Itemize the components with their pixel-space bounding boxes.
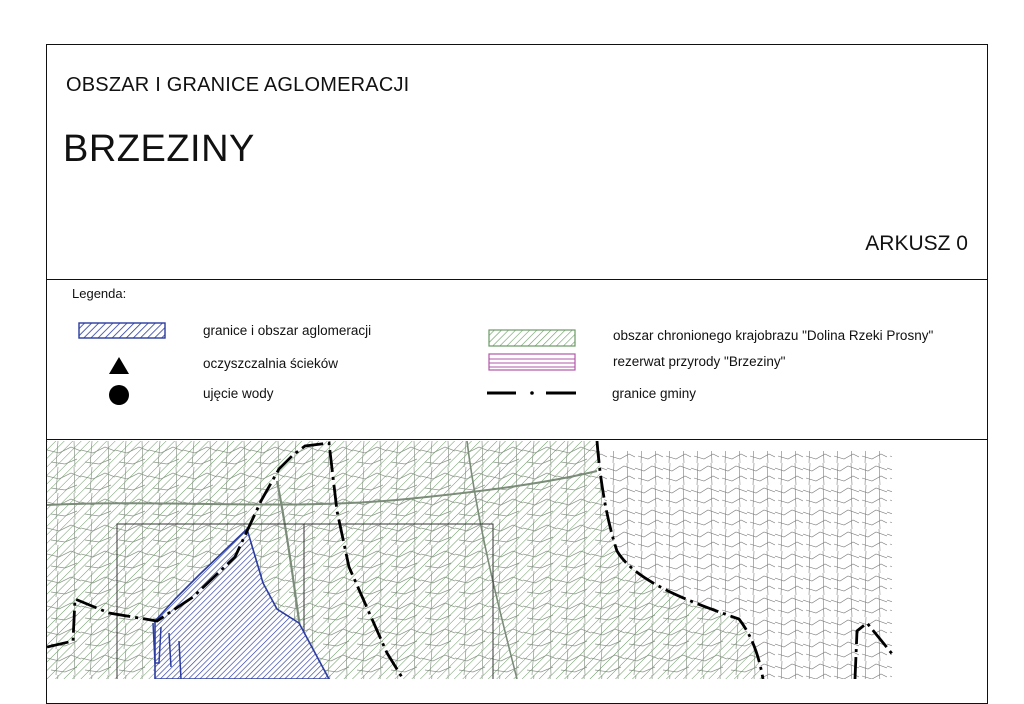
triangle-icon [109,357,129,374]
map-subtitle: OBSZAR I GRANICE AGLOMERACJI [66,74,410,96]
legend-label-nature-reserve: rezerwat przyrody "Brzeziny" [613,354,786,369]
pink-striped-rectangle-icon [488,353,576,371]
legend-label-commune-boundary: granice gminy [612,386,697,401]
legend-label-agglomeration: granice i obszar aglomeracji [203,323,372,338]
legend-title: Legenda: [72,286,127,301]
map-area [47,441,895,679]
map-title: BRZEZINY [63,128,255,170]
title-block: OBSZAR I GRANICE AGLOMERACJI BRZEZINY AR… [46,44,988,280]
dash-dot-line-icon [487,391,576,395]
circle-icon [109,385,129,405]
green-hatched-rectangle-icon [488,329,576,347]
legend-label-treatment-plant: oczyszczalnia ścieków [203,356,339,371]
blue-hatched-rectangle-icon [78,322,166,339]
legend-label-protected-landscape: obszar chronionego krajobrazu "Dolina Rz… [613,328,934,343]
legend-label-water-intake: ujęcie wody [203,386,274,401]
legend: Legenda: granice i obszar aglomeracji oc… [46,280,988,440]
sheet-label: ARKUSZ 0 [865,232,968,255]
